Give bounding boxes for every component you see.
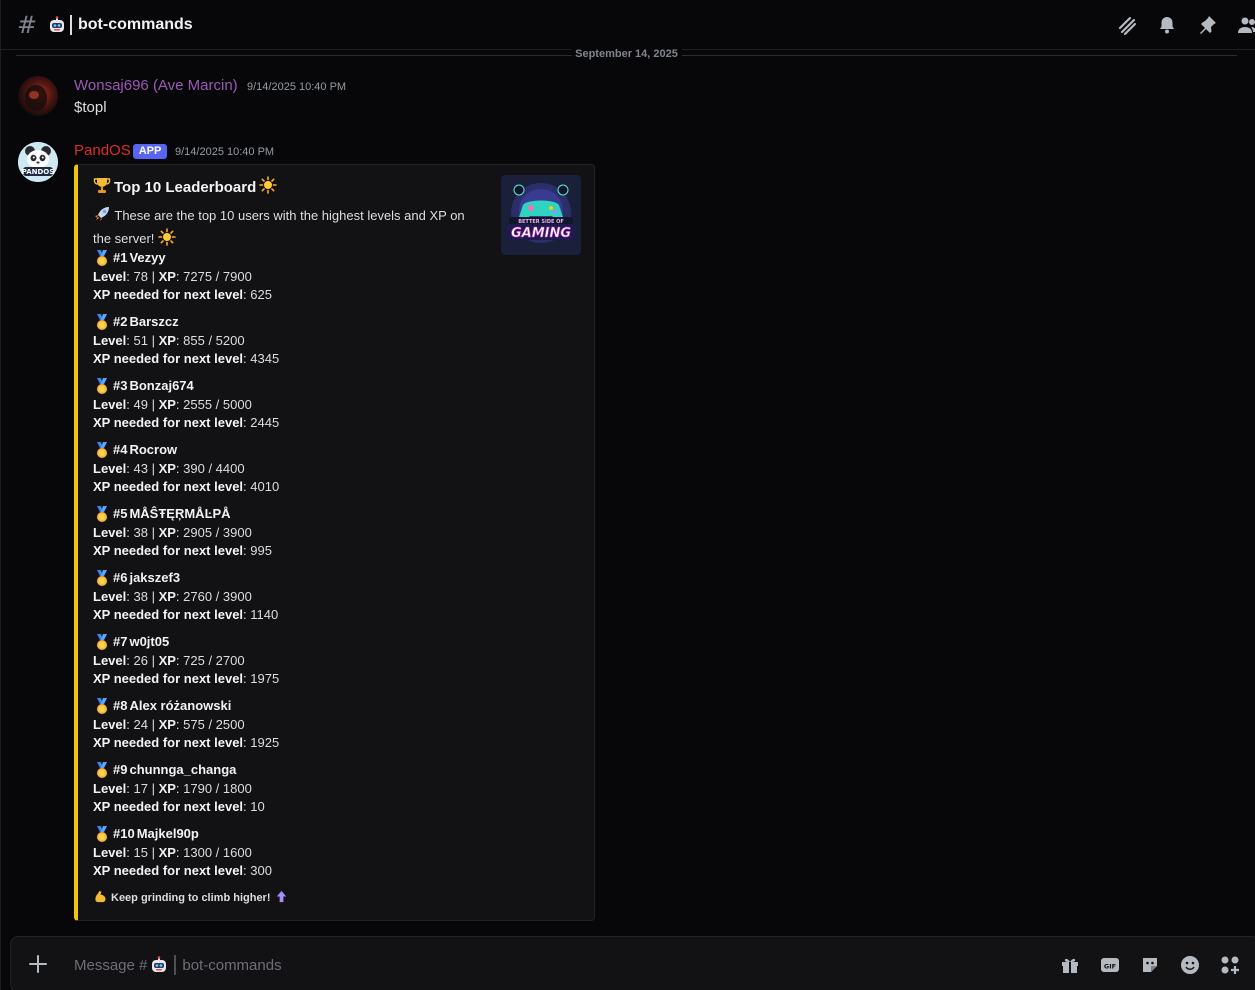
svg-text:GIF: GIF	[1104, 963, 1116, 971]
apps-icon[interactable]	[1219, 954, 1241, 976]
message-content: $topl	[74, 99, 107, 116]
date-divider-text: September 14, 2025	[571, 48, 682, 60]
hash-icon: #	[17, 11, 38, 39]
medal-icon	[93, 633, 111, 651]
leaderboard-entry: #8 Alex różanowski Level: 24 | XP: 575 / …	[93, 697, 280, 750]
embed-description: These are the top 10 users with the high…	[93, 205, 483, 251]
avatar[interactable]	[18, 76, 58, 116]
leaderboard-entry: #5 MÅŜŦĘŖMÅĿPÅ Level: 38 | XP: 2905 / 390…	[93, 505, 272, 558]
date-divider: September 14, 2025	[16, 48, 1237, 62]
medal-icon	[93, 505, 111, 523]
emoji-icon[interactable]	[1179, 954, 1201, 976]
up-arrow-icon	[274, 889, 289, 907]
message-input[interactable]: Message # bot-commands	[74, 955, 282, 975]
rocket-icon	[93, 205, 111, 228]
medal-icon	[93, 441, 111, 459]
medal-icon	[93, 569, 111, 587]
robot-emoji-icon	[48, 16, 66, 34]
gift-icon[interactable]	[1059, 954, 1081, 976]
leaderboard-entry: #7 w0jt05 Level: 26 | XP: 725 / 2700 XP n…	[93, 633, 280, 686]
embed-title-text: Top 10 Leaderboard	[114, 178, 257, 196]
leaderboard-entry: #1 Vezyy Level: 78 | XP: 7275 / 7900 XP n…	[93, 249, 272, 302]
app-badge: APP	[133, 144, 167, 159]
message-timestamp: 9/14/2025 10:40 PM	[175, 146, 275, 158]
gif-icon[interactable]: GIF	[1099, 954, 1121, 976]
medal-icon	[93, 697, 111, 715]
bot-avatar[interactable]: PANDOS	[18, 142, 58, 182]
threads-icon[interactable]	[1116, 14, 1138, 36]
medal-icon	[93, 761, 111, 779]
leaderboard-entry: #6 jakszef3 Level: 38 | XP: 2760 / 3900 X…	[93, 569, 279, 622]
embed-title: Top 10 Leaderboard	[93, 176, 278, 198]
leaderboard-entry: #4 Rocrow Level: 43 | XP: 390 / 4400 XP n…	[93, 441, 280, 494]
message-author[interactable]: Wonsaj696 (Ave Marcin)	[74, 77, 238, 94]
message-composer[interactable]: Message # bot-commands GIF	[10, 936, 1255, 990]
channel-header: # bot-commands	[0, 0, 1255, 50]
trophy-icon	[93, 176, 111, 198]
sticker-icon[interactable]	[1139, 954, 1161, 976]
medal-icon	[93, 825, 111, 843]
medal-icon	[93, 249, 111, 267]
plus-icon[interactable]	[28, 954, 48, 974]
leaderboard-entry: #9 chunnga_changa Level: 17 | XP: 1790 / …	[93, 761, 265, 814]
members-icon[interactable]	[1236, 14, 1255, 36]
svg-text:PANDOS: PANDOS	[22, 168, 55, 176]
channel-name: bot-commands	[78, 16, 193, 33]
embed-footer: Keep grinding to climb higher!	[93, 889, 289, 907]
window-left-edge	[0, 0, 1, 990]
bell-icon[interactable]	[1156, 14, 1178, 36]
medal-icon	[93, 313, 111, 331]
channel-name-separator	[70, 15, 72, 35]
svg-text:GAMING: GAMING	[511, 226, 571, 241]
message-timestamp: 9/14/2025 10:40 PM	[247, 81, 347, 93]
flexed-biceps-icon	[93, 889, 108, 907]
leaderboard-entry: #10 Majkel90p Level: 15 | XP: 1300 / 1600…	[93, 825, 272, 878]
pin-icon[interactable]	[1196, 14, 1218, 36]
leaderboard-entry: #2 Barszcz Level: 51 | XP: 855 / 5200 XP …	[93, 313, 280, 366]
robot-emoji-icon	[150, 956, 168, 974]
leaderboard-entry: #3 Bonzaj674 Level: 49 | XP: 2555 / 5000 …	[93, 377, 280, 430]
medal-icon	[93, 377, 111, 395]
embed-thumbnail[interactable]: BETTER SIDE OF GAMING	[501, 175, 581, 255]
sparkle-icon	[259, 176, 278, 198]
leaderboard-embed: Top 10 Leaderboard These are the top 10 …	[74, 164, 595, 921]
bot-author[interactable]: PandOS	[74, 142, 131, 159]
